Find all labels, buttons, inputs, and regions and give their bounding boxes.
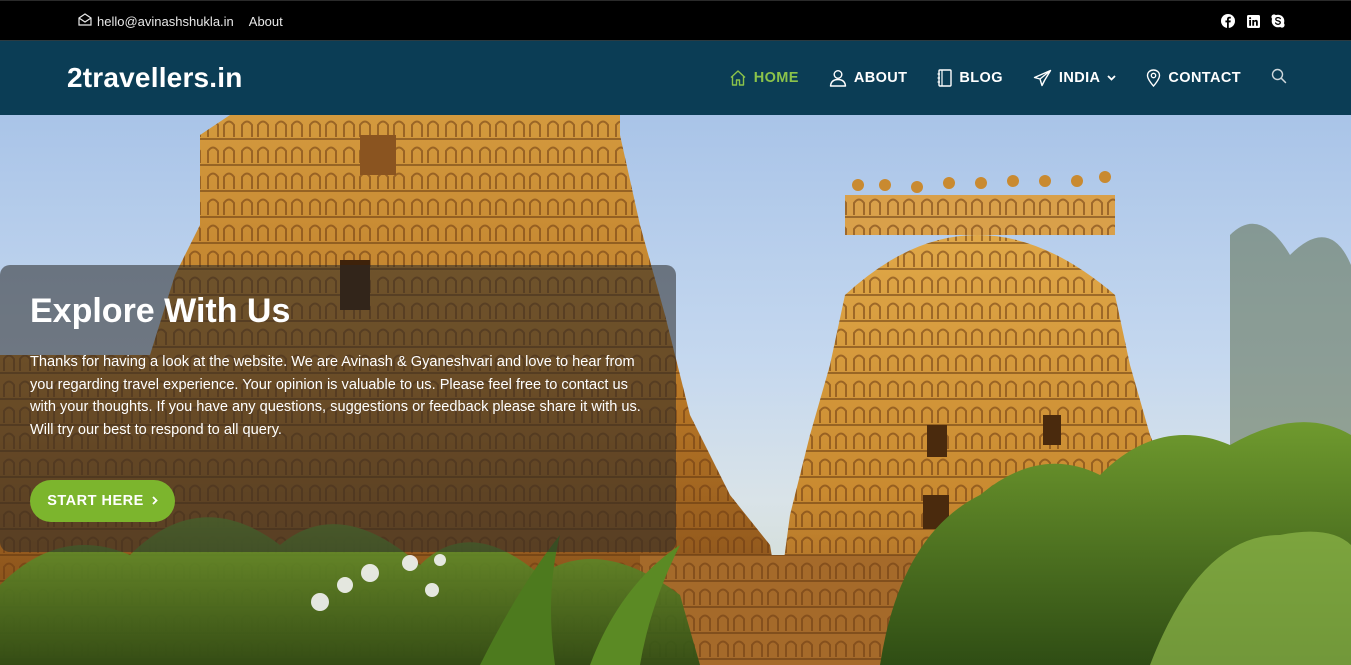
email-text: hello@avinashshukla.in xyxy=(97,13,234,29)
top-bar-left: hello@avinashshukla.in About xyxy=(78,1,283,41)
nav-india-label: INDIA xyxy=(1058,70,1101,86)
top-bar: hello@avinashshukla.in About xyxy=(0,0,1351,41)
nav-item-home[interactable]: HOME xyxy=(729,69,799,87)
home-icon xyxy=(729,69,747,87)
nav-blog-label: BLOG xyxy=(959,70,1003,86)
nav-item-india[interactable]: INDIA xyxy=(1033,69,1117,87)
top-about-link[interactable]: About xyxy=(249,14,283,29)
start-here-label: START HERE xyxy=(47,493,144,509)
nav-item-contact[interactable]: CONTACT xyxy=(1146,69,1241,87)
email-link[interactable]: hello@avinashshukla.in xyxy=(78,13,234,29)
site-header: 2travellers.in HOME ABOUT BLOG INDIA CON… xyxy=(0,41,1351,115)
user-icon xyxy=(829,69,847,87)
search-icon xyxy=(1271,68,1287,89)
linkedin-icon[interactable] xyxy=(1246,14,1260,28)
chevron-down-icon xyxy=(1107,75,1117,81)
nav-item-blog[interactable]: BLOG xyxy=(937,69,1003,87)
search-button[interactable] xyxy=(1271,68,1287,89)
start-here-button[interactable]: START HERE xyxy=(30,480,175,522)
hero-description: Thanks for having a look at the website.… xyxy=(30,354,641,439)
nav-home-label: HOME xyxy=(753,70,799,86)
main-nav: HOME ABOUT BLOG INDIA CONTACT xyxy=(699,41,1287,115)
chevron-right-icon xyxy=(152,493,158,509)
envelope-icon xyxy=(78,13,92,29)
social-links xyxy=(1221,1,1285,41)
facebook-icon[interactable] xyxy=(1221,14,1235,28)
nav-item-about[interactable]: ABOUT xyxy=(829,69,908,87)
skype-icon[interactable] xyxy=(1271,14,1285,28)
map-pin-icon xyxy=(1146,69,1161,87)
nav-about-label: ABOUT xyxy=(853,70,908,86)
site-logo[interactable]: 2travellers.in xyxy=(67,41,243,115)
airplane-icon xyxy=(1033,69,1052,87)
nav-contact-label: CONTACT xyxy=(1168,70,1241,86)
hero-overlay-card: Explore With Us Thanks for having a look… xyxy=(0,265,676,552)
notebook-icon xyxy=(937,69,953,87)
hero-title: Explore With Us xyxy=(30,292,291,330)
hero-section: Explore With Us Thanks for having a look… xyxy=(0,115,1351,665)
